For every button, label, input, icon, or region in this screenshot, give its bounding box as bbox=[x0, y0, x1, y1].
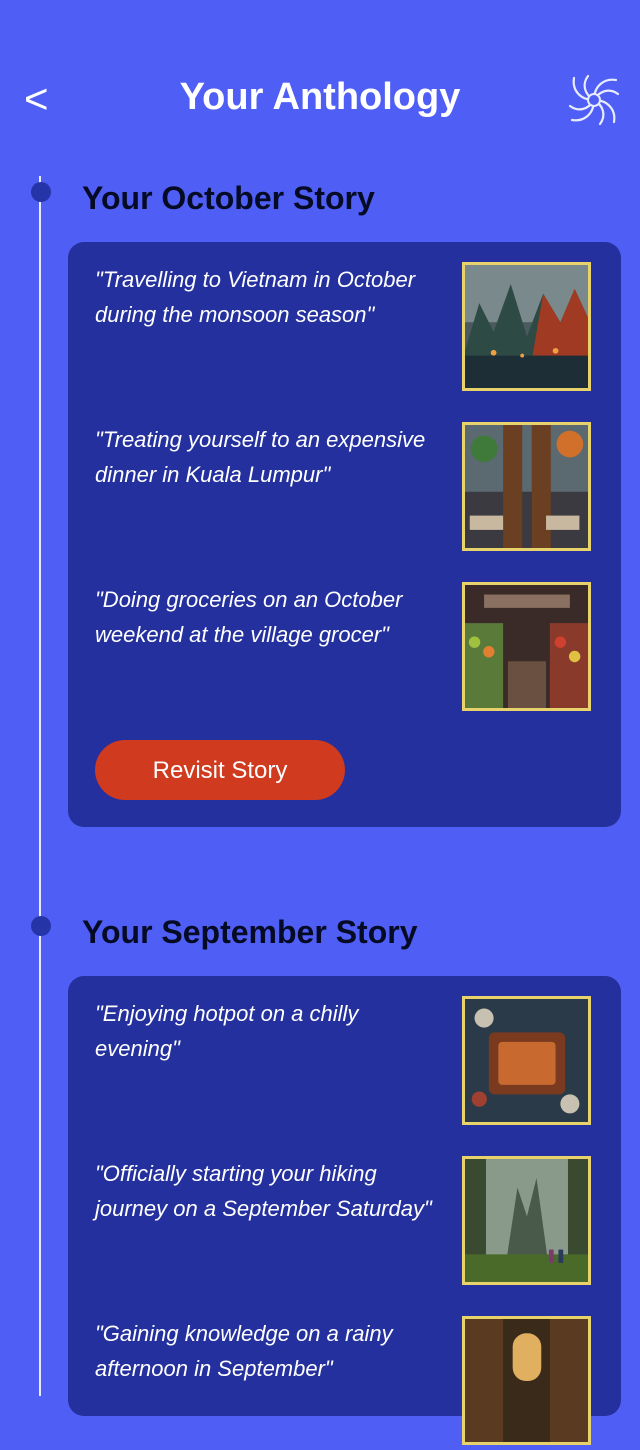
story-quote: "Doing groceries on an October weekend a… bbox=[95, 587, 403, 647]
revisit-story-button[interactable]: Revisit Story bbox=[95, 740, 345, 800]
hotpot-image[interactable] bbox=[462, 996, 591, 1125]
section-title-october: Your October Story bbox=[82, 180, 375, 216]
story-item: "Treating yourself to an expensive dinne… bbox=[95, 422, 595, 556]
header: < Your Anthology bbox=[0, 0, 640, 170]
story-quote: "Officially starting your hiking journey… bbox=[95, 1161, 432, 1221]
timeline-dot bbox=[31, 182, 51, 202]
swirl-logo-icon[interactable] bbox=[566, 72, 622, 128]
page-title: Your Anthology bbox=[179, 76, 461, 118]
timeline-line bbox=[39, 176, 41, 1396]
story-card-october: "Travelling to Vietnam in October during… bbox=[68, 242, 621, 827]
story-item: "Gaining knowledge on a rainy afternoon … bbox=[95, 1316, 595, 1450]
hiking-forest-image[interactable] bbox=[462, 1156, 591, 1285]
story-item: "Doing groceries on an October weekend a… bbox=[95, 582, 595, 716]
timeline-dot bbox=[31, 916, 51, 936]
grocery-store-image[interactable] bbox=[462, 582, 591, 711]
story-quote: "Travelling to Vietnam in October during… bbox=[95, 267, 416, 327]
story-item: "Travelling to Vietnam in October during… bbox=[95, 262, 595, 396]
story-card-september: "Enjoying hotpot on a chilly evening" "O… bbox=[68, 976, 621, 1445]
story-item: "Enjoying hotpot on a chilly evening" bbox=[95, 996, 595, 1130]
story-item: "Officially starting your hiking journey… bbox=[95, 1156, 595, 1290]
story-quote: "Gaining knowledge on a rainy afternoon … bbox=[95, 1321, 393, 1381]
library-image[interactable] bbox=[462, 1316, 591, 1445]
story-quote: "Enjoying hotpot on a chilly evening" bbox=[95, 1001, 359, 1061]
restaurant-dinner-image[interactable] bbox=[462, 422, 591, 551]
vietnam-mountains-image[interactable] bbox=[462, 262, 591, 391]
section-title-september: Your September Story bbox=[82, 914, 418, 950]
story-quote: "Treating yourself to an expensive dinne… bbox=[95, 427, 426, 487]
